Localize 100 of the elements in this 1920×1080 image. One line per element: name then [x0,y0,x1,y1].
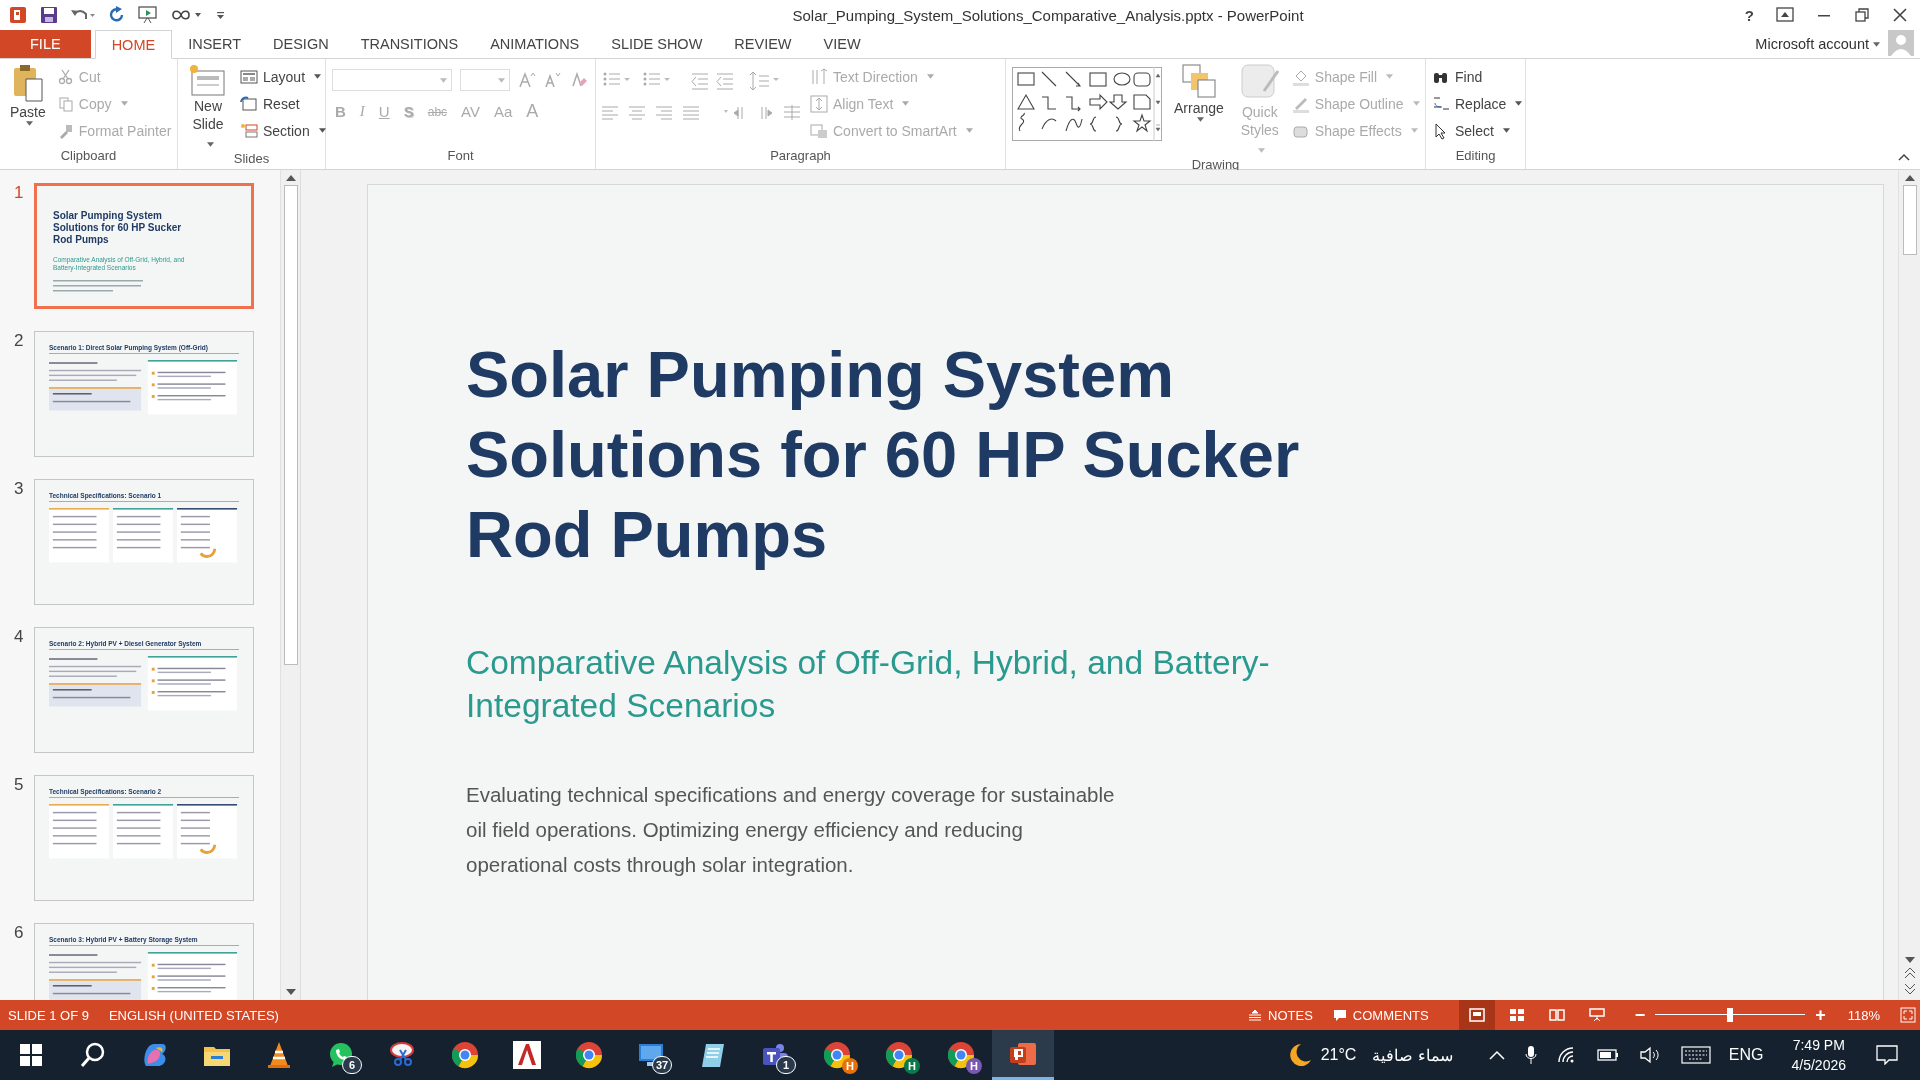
notification-badge: 6 [342,1056,362,1074]
caret-icon [318,128,326,133]
input-language[interactable]: ENG [1728,1046,1764,1064]
weather-temperature[interactable]: 21°C [1320,1046,1357,1064]
scroll-up-icon[interactable] [285,175,296,181]
group-label: Slides [233,151,270,168]
ribbon-tab[interactable]: TRANSITIONS [344,30,475,58]
next-slide-icon[interactable] [1904,983,1915,995]
copy-icon [57,95,74,112]
section-icon [240,122,258,139]
microphone-icon[interactable] [1524,1045,1537,1065]
slide-indicator: SLIDE 1 OF 9 [8,1007,89,1023]
taskbar-app[interactable]: 1 [744,1030,806,1080]
caret-icon [1258,148,1266,153]
keyboard-icon[interactable] [1680,1046,1711,1064]
slide-number: 5 [14,775,24,795]
restore-icon[interactable] [1854,7,1870,23]
ribbon-tab[interactable]: VIEW [807,30,877,58]
ribbon-tab[interactable]: ANIMATIONS [474,30,596,58]
weather-condition[interactable]: سماء صافية [1372,1045,1453,1065]
slide[interactable] [367,184,1884,1000]
notification-badge: H [966,1058,982,1074]
layout-button[interactable]: Layout [240,65,326,88]
caret-icon [498,77,505,83]
app-logo-icon [8,5,28,25]
group-label: Paragraph [770,148,831,165]
group-label: Font [447,148,474,165]
scroll-up-icon[interactable] [1904,175,1915,181]
scroll-down-icon[interactable] [285,989,296,995]
font-size-field[interactable] [460,69,510,91]
select-button[interactable]: Select [1432,119,1523,142]
volume-icon[interactable] [1638,1046,1661,1064]
font-name-field[interactable] [332,69,452,91]
smartart-icon [810,121,828,140]
comments-button[interactable]: COMMENTS [1332,1007,1429,1023]
caret-icon [902,101,910,106]
circle-logo-icon [946,1040,976,1070]
zoom-out-button[interactable]: − [1634,1004,1646,1026]
group-label: Clipboard [60,148,117,165]
replace-button[interactable]: Replace [1432,92,1523,115]
find-button[interactable]: Find [1432,65,1523,88]
triangle-logo-icon [512,1040,542,1070]
slide-number: 3 [14,479,24,499]
ribbon-display-icon[interactable] [1776,7,1794,23]
circle-logo-icon [574,1040,604,1070]
circle-logo-icon [822,1040,852,1070]
caret-icon [1386,74,1394,79]
scroll-thumb[interactable] [283,185,298,665]
zoom-slider-thumb[interactable] [1727,1008,1734,1022]
taskbar-app[interactable] [992,1030,1054,1080]
slide-body-text: Evaluating technical specifications and energy coverage for sustainable oil field operations. Optimizing energy efficiency and reducing operational costs through solar integration. [466,782,1116,878]
caret-icon [965,128,973,133]
taskbar-app[interactable]: 6 [310,1030,372,1080]
notifications-icon[interactable] [1876,1045,1898,1065]
taskbar-app[interactable]: H [868,1030,930,1080]
ribbon-tab[interactable]: SLIDE SHOW [595,30,719,58]
circle-logo-icon [884,1040,914,1070]
caret-icon [1515,101,1523,106]
slideshow-icon[interactable] [138,6,158,24]
reading-view-icon [1548,1008,1565,1022]
shapes-gallery[interactable] [1012,67,1162,141]
new-slide-icon [188,63,228,97]
collapse-ribbon-icon[interactable] [1898,153,1910,161]
sorter-view-icon [1508,1008,1525,1022]
language-indicator[interactable]: ENGLISH (UNITED STATES) [108,1007,279,1023]
clock-time[interactable]: 7:49 PM [1792,1035,1845,1055]
notes-button[interactable]: NOTES [1248,1007,1313,1023]
previous-slide-icon[interactable] [1904,967,1915,979]
save-icon[interactable] [40,6,58,24]
scroll-down-icon[interactable] [1904,957,1915,963]
paste-button[interactable]: Paste [6,63,50,126]
scroll-thumb[interactable] [1902,185,1917,255]
help-button[interactable]: ? [1744,6,1754,24]
account-button[interactable]: Microsoft account [1755,36,1880,52]
zoom-in-button[interactable]: + [1815,1004,1826,1026]
ribbon-tab[interactable]: REVIEW [718,30,808,58]
close-icon[interactable] [1892,7,1908,23]
caret-icon [440,77,447,83]
arrange-button[interactable]: Arrange [1170,63,1228,122]
reset-button[interactable]: Reset [240,92,326,115]
file-tab[interactable]: FILE [0,30,91,58]
caret-icon [120,101,128,106]
fit-to-window-icon[interactable] [1900,1007,1916,1023]
taskbar-app[interactable]: 37 [620,1030,682,1080]
zoom-level[interactable]: 118% [1847,1007,1880,1023]
ribbon-tab[interactable]: DESIGN [257,30,345,58]
new-slide-button[interactable]: New Slide [184,63,232,151]
section-button[interactable]: Section [240,119,326,142]
chevron-up-icon[interactable] [1488,1050,1505,1060]
thumbnail-title: Solar Pumping System Solutions for 60 HP Sucker Rod Pumps [53,210,183,246]
taskbar-app[interactable]: H [930,1030,992,1080]
text-direction-icon [810,67,828,86]
ribbon-tab[interactable]: HOME [94,30,173,59]
battery-icon[interactable] [1596,1049,1619,1061]
ribbon-tab[interactable]: INSERT [172,30,258,58]
group-label: Drawing [1191,157,1240,174]
clock-date[interactable]: 4/5/2026 [1791,1055,1846,1075]
redo-icon[interactable] [108,6,126,24]
normal-view-button[interactable] [1458,1000,1495,1030]
zoom-slider[interactable] [1655,1007,1806,1023]
